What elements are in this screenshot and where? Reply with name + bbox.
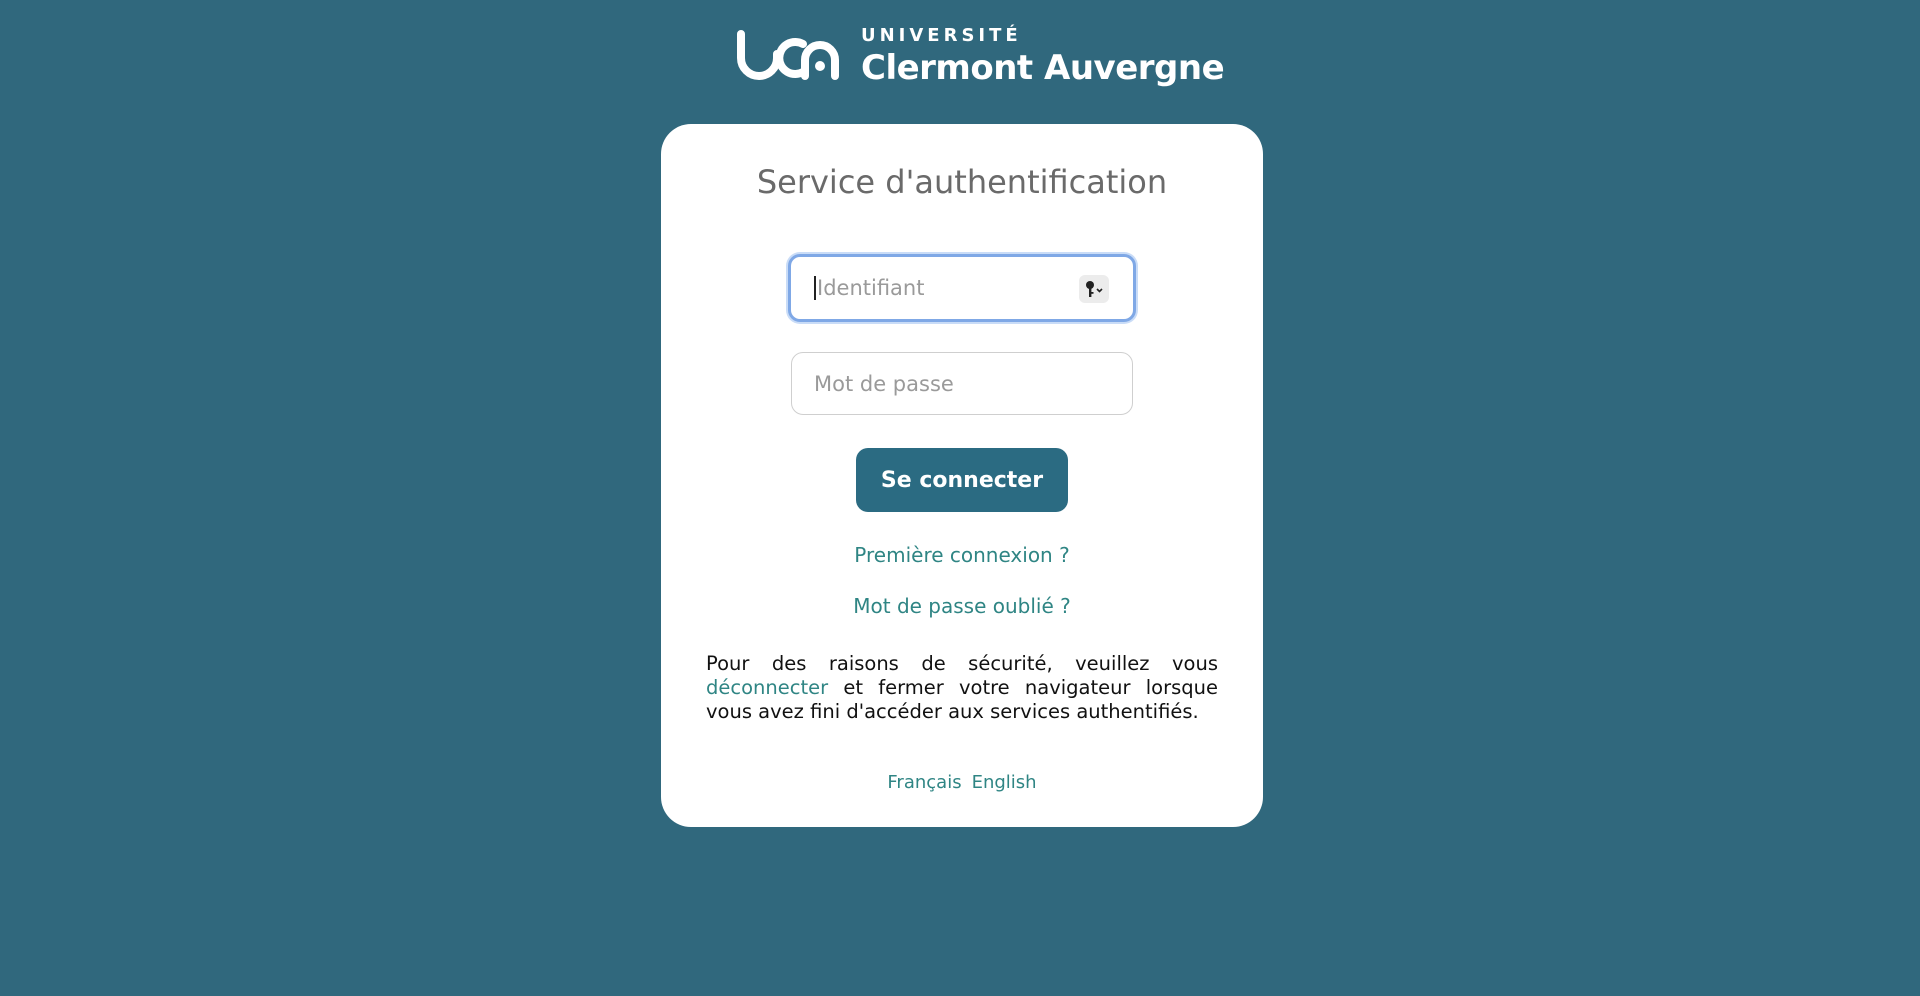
first-login-link[interactable]: Première connexion ?	[661, 543, 1263, 567]
username-input[interactable]: Identifiant	[788, 254, 1136, 322]
password-input[interactable]: Mot de passe	[791, 352, 1133, 415]
logo-university-label: UNIVERSITÉ	[861, 25, 1022, 46]
uca-logo-icon	[737, 30, 839, 80]
language-switcher: Français English	[661, 772, 1263, 793]
login-button[interactable]: Se connecter	[856, 448, 1068, 512]
text-caret	[814, 276, 816, 300]
login-card: Service d'authentification Identifiant M…	[661, 124, 1263, 827]
logout-link[interactable]: déconnecter	[706, 676, 828, 699]
forgot-password-link[interactable]: Mot de passe oublié ?	[661, 594, 1263, 618]
language-french-link[interactable]: Français	[887, 772, 961, 793]
page-title: Service d'authentification	[756, 163, 1168, 201]
password-manager-key-icon[interactable]	[1079, 275, 1109, 303]
username-placeholder: Identifiant	[817, 276, 925, 300]
logo-university-name: Clermont Auvergne	[861, 48, 1225, 88]
password-placeholder: Mot de passe	[814, 371, 954, 396]
language-english-link[interactable]: English	[972, 772, 1037, 793]
university-logo: UNIVERSITÉ Clermont Auvergne	[733, 25, 1225, 88]
security-text-before: Pour des raisons de sécurité, veuillez v…	[706, 652, 1218, 675]
security-notice: Pour des raisons de sécurité, veuillez v…	[706, 652, 1218, 724]
